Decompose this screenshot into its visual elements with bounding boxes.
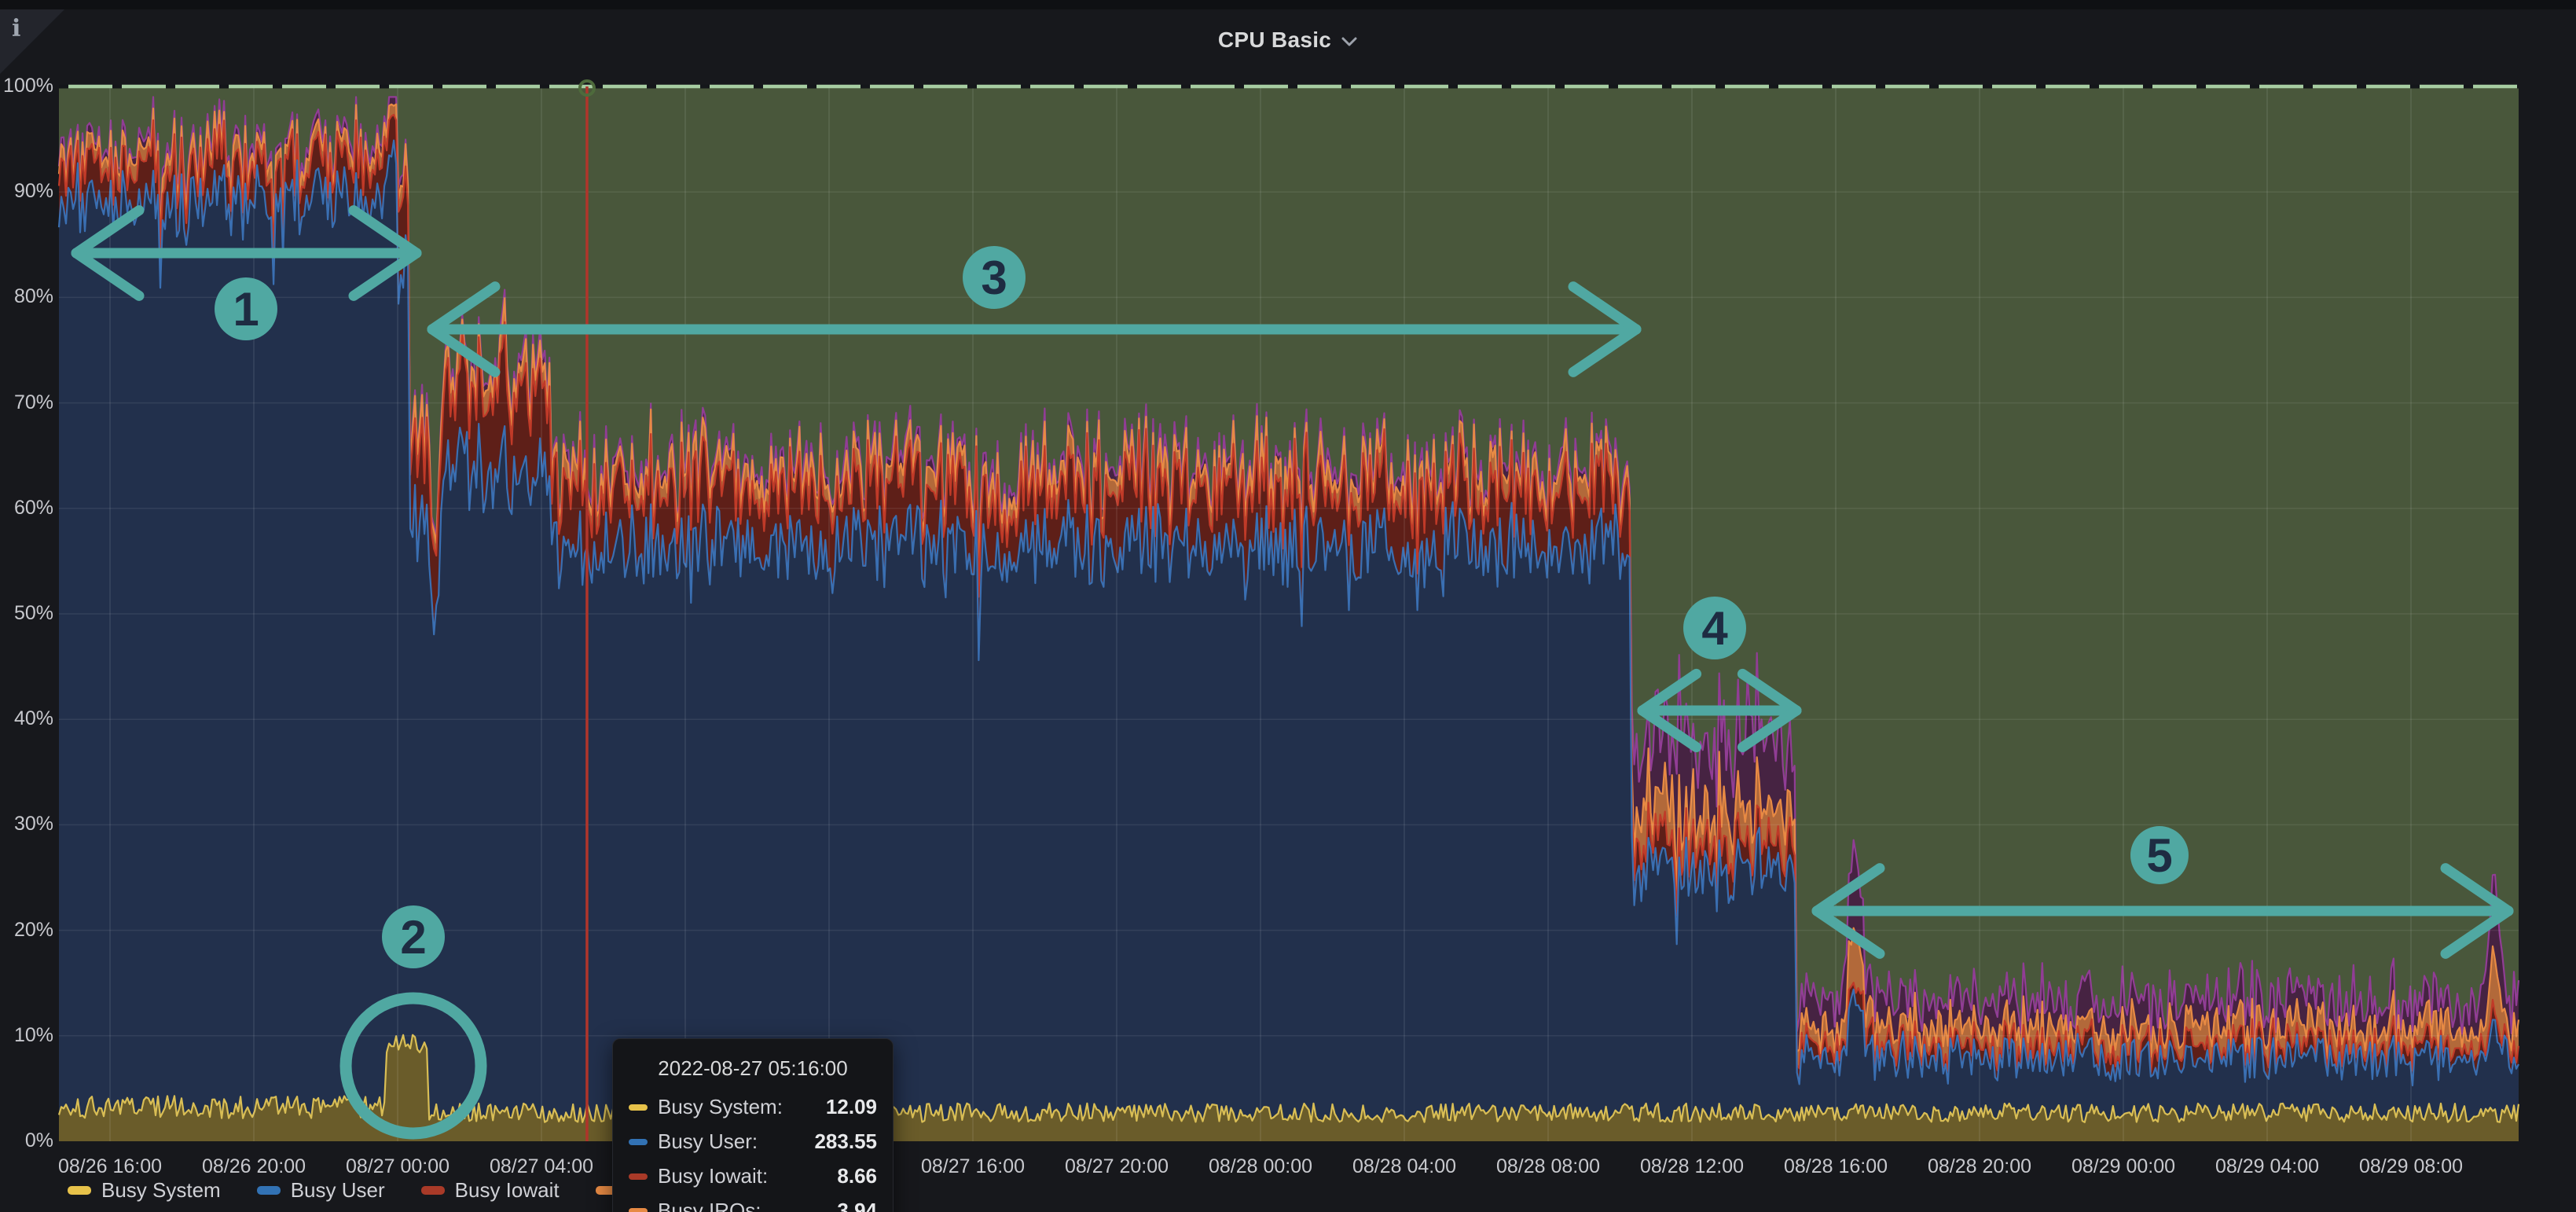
tooltip-row: Busy User: 283.55 [629,1129,877,1154]
info-icon[interactable]: i [12,17,20,41]
x-axis-label: 08/27 00:00 [346,1155,450,1178]
grafana-dashboard: i CPU Basic 12345 100%90%80%70%60%50%40%… [0,0,2576,1212]
legend-swatch [257,1186,281,1195]
x-axis-label: 08/28 00:00 [1209,1155,1312,1178]
x-axis-label: 08/29 04:00 [2215,1155,2319,1178]
tooltip-row: Busy System: 12.09 [629,1095,877,1119]
x-axis-label: 08/29 00:00 [2071,1155,2175,1178]
x-axis-label: 08/27 16:00 [921,1155,1025,1178]
x-axis-label: 08/27 20:00 [1065,1155,1169,1178]
tooltip-series-value: 12.09 [826,1095,877,1119]
y-axis-label: 30% [0,813,53,836]
y-axis-label: 60% [0,497,53,520]
tooltip-series-swatch [629,1139,648,1145]
tooltip-series-swatch [629,1173,648,1180]
tooltip-row: Busy IRQs: 3.94 [629,1199,877,1212]
x-axis-label: 08/28 08:00 [1496,1155,1600,1178]
tooltip-timestamp: 2022-08-27 05:16:00 [629,1056,877,1081]
y-axis-label: 50% [0,602,53,625]
legend-item-busy-system[interactable]: Busy System [68,1178,221,1203]
x-axis-label: 08/28 16:00 [1784,1155,1888,1178]
legend-item-busy-user[interactable]: Busy User [257,1178,385,1203]
x-axis-label: 08/27 04:00 [490,1155,593,1178]
tooltip-series-label: Busy Iowait: [658,1164,768,1188]
x-axis-label: 08/28 20:00 [1928,1155,2031,1178]
y-axis-label: 100% [0,75,53,97]
tooltip-series-value: 8.66 [837,1164,877,1188]
y-axis-label: 90% [0,180,53,203]
tooltip-series-label: Busy User: [658,1129,758,1154]
y-axis-label: 40% [0,707,53,730]
x-axis-label: 08/26 20:00 [202,1155,306,1178]
y-axis-label: 20% [0,919,53,942]
panel-title[interactable]: CPU Basic [1218,28,1331,53]
x-axis-label: 08/26 16:00 [58,1155,162,1178]
x-axis-label: 08/28 12:00 [1640,1155,1744,1178]
tooltip-series-swatch [629,1208,648,1212]
x-axis-label: 08/28 04:00 [1352,1155,1456,1178]
legend-swatch [421,1186,445,1195]
y-axis-label: 80% [0,285,53,308]
tooltip-series-label: Busy System: [658,1095,783,1119]
tooltip: 2022-08-27 05:16:00 Busy System:12.09Bus… [612,1038,894,1212]
cpu-usage-chart[interactable] [0,0,2576,1212]
panel-header[interactable]: CPU Basic [0,9,2576,71]
panel-info-corner[interactable] [0,9,64,74]
x-axis-label: 08/29 08:00 [2359,1155,2463,1178]
legend-swatch [68,1186,91,1195]
y-axis-label: 10% [0,1024,53,1047]
tooltip-series-swatch [629,1104,648,1111]
y-axis-label: 0% [0,1129,53,1152]
legend-label: Busy User [291,1178,385,1203]
tooltip-series-label: Busy IRQs: [658,1199,761,1212]
chevron-down-icon [1341,36,1358,47]
tooltip-series-value: 3.94 [837,1199,877,1212]
tooltip-series-value: 283.55 [814,1129,877,1154]
legend-label: Busy System [101,1178,221,1203]
legend-label: Busy Iowait [455,1178,560,1203]
tooltip-row: Busy Iowait: 8.66 [629,1164,877,1188]
legend-item-busy-iowait[interactable]: Busy Iowait [421,1178,560,1203]
y-axis-label: 70% [0,391,53,414]
